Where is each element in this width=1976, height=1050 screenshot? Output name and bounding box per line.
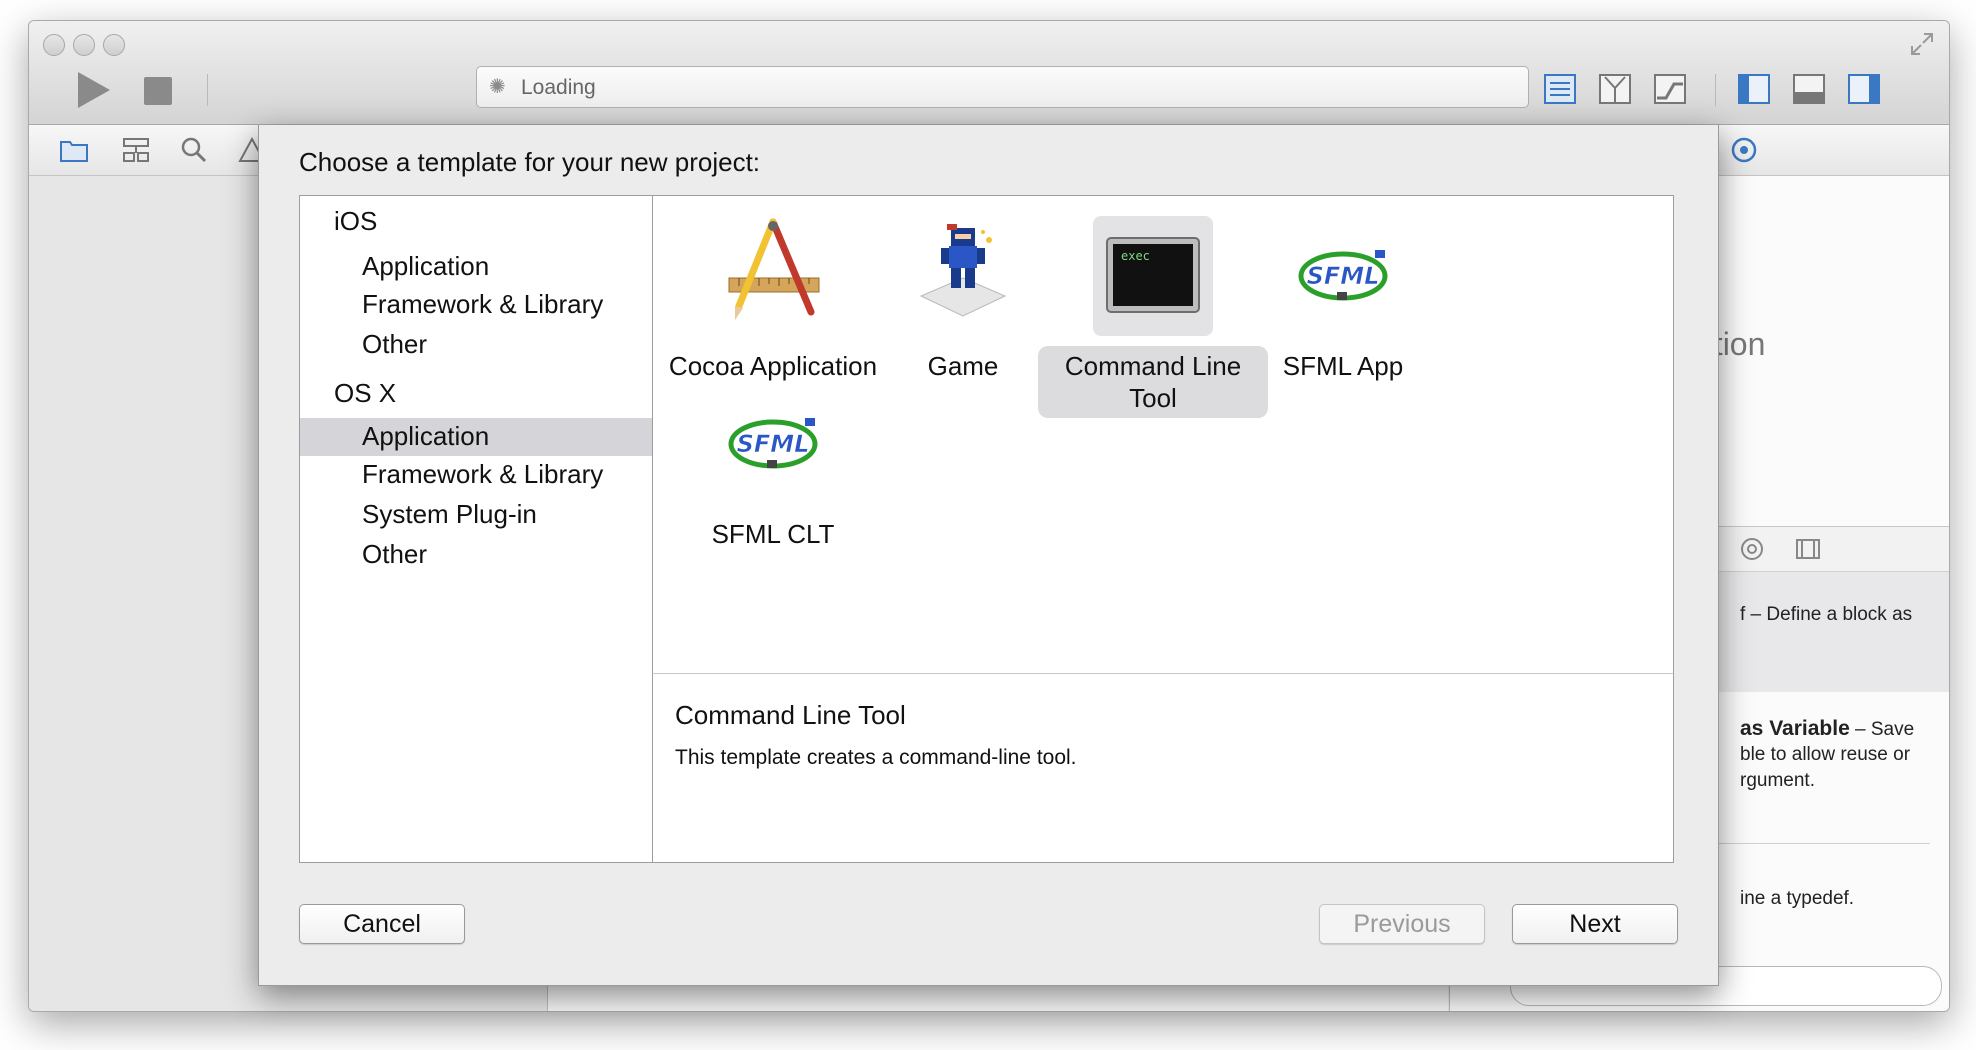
toolbar-divider [207,74,208,106]
next-button[interactable]: Next [1512,904,1678,944]
toolbar-divider [1715,74,1716,106]
category-label: Other [362,539,428,569]
fullscreen-icon[interactable] [1909,31,1935,57]
category-label: Framework & Library [362,459,604,489]
template-description-panel: Command Line Tool This template creates … [652,673,1674,863]
category-label: Application [362,251,490,281]
new-project-sheet: Choose a template for your new project: … [258,125,1719,986]
sheet-title: Choose a template for your new project: [299,147,761,177]
category-osx-application[interactable]: Application [300,418,653,456]
search-icon[interactable] [179,136,209,164]
snippet-description: as Variable – Save [1740,716,1914,743]
debug-area-toggle-icon[interactable] [1791,72,1827,106]
symbol-navigator-icon[interactable] [121,136,151,164]
icon-frame [713,216,833,336]
snippet-title: as Variable [1740,717,1850,740]
template-label: SFML CLT [711,519,835,549]
category-osx-system-plugin[interactable]: System Plug-in [300,496,653,534]
snippet-desc-part: – Save [1849,719,1915,740]
toolbar: ✺ Loading [29,21,1949,125]
sfml-icon: SFML [728,418,818,469]
category-label: Framework & Library [362,289,604,319]
previous-button[interactable]: Previous [1319,904,1485,944]
snippet-description: ine a typedef. [1740,888,1855,909]
assistant-editor-icon[interactable] [1597,72,1633,106]
category-label: Application [362,421,490,451]
stop-button[interactable] [144,77,172,105]
terminal-icon-text: exec [1121,249,1150,263]
category-ios-other[interactable]: Other [300,326,653,364]
snippet-description: f – Define a block as [1740,604,1913,625]
version-editor-icon[interactable] [1652,72,1688,106]
spinner-icon: ✺ [489,76,506,98]
icon-frame: SFML [1283,216,1403,336]
category-osx-other[interactable]: Other [300,536,653,574]
icon-frame [903,216,1023,336]
template-category-list: iOS Application Framework & Library Othe… [299,195,653,863]
template-sfml-clt[interactable]: SFML SFML CLT [658,374,888,584]
template-sfml-app[interactable]: SFML SFML App [1228,206,1458,416]
category-group-osx: OS X [334,378,397,408]
zoom-window-button[interactable] [103,34,125,56]
cocoa-app-icon [728,218,820,320]
activity-status-text: Loading [521,76,596,99]
category-label: System Plug-in [362,499,537,529]
template-grid: Cocoa Application Game exec Command Line… [652,195,1674,675]
sfml-logo-text: SFML [737,430,810,458]
sfml-icon: SFML [1298,250,1388,301]
standard-editor-icon[interactable] [1542,72,1578,106]
minimize-window-button[interactable] [73,34,95,56]
category-ios-application[interactable]: Application [300,248,653,286]
run-button[interactable] [74,70,114,110]
close-window-button[interactable] [43,34,65,56]
media-library-icon[interactable] [1795,537,1821,561]
category-label: Other [362,329,428,359]
utilities-toggle-icon[interactable] [1846,72,1882,106]
snippet-description-line: rgument. [1740,770,1815,791]
snippet-description-line: ble to allow reuse or [1740,744,1911,765]
game-ninja-icon [919,224,1007,317]
template-label: SFML App [1282,351,1404,381]
description-title: Command Line Tool [675,700,906,730]
quick-help-icon[interactable] [1729,136,1759,164]
sfml-logo-text: SFML [1307,262,1380,290]
cancel-button[interactable]: Cancel [299,904,465,944]
navigator-toggle-icon[interactable] [1736,72,1772,106]
terminal-exec-icon: exec [1106,237,1200,313]
object-library-icon[interactable] [1740,537,1764,561]
category-ios-framework-library[interactable]: Framework & Library [300,286,653,324]
folder-icon[interactable] [59,136,89,164]
icon-frame: SFML [713,384,833,504]
activity-view: ✺ Loading [476,66,1529,108]
category-osx-framework-library[interactable]: Framework & Library [300,456,653,494]
icon-frame: exec [1093,216,1213,336]
description-text: This template creates a command-line too… [675,746,1077,769]
category-group-ios: iOS [334,206,378,236]
